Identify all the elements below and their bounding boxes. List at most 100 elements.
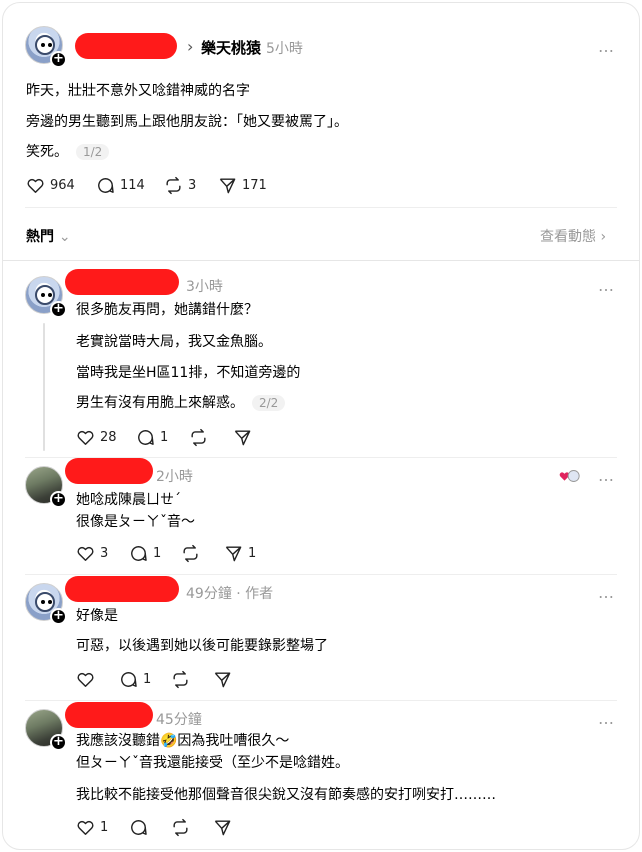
reply1-line-2: 老實說當時大局，我又金魚腦。 bbox=[76, 334, 272, 350]
view-activity-link[interactable]: 查看動態 › bbox=[540, 226, 606, 246]
follow-plus-icon[interactable]: + bbox=[50, 51, 67, 68]
reply2-line-2: 很像是ㄆㄧㄚˇ音～ bbox=[76, 514, 195, 530]
comment-button[interactable]: 114 bbox=[96, 176, 145, 195]
share-button[interactable] bbox=[233, 428, 252, 447]
like-count: 1 bbox=[100, 820, 109, 835]
repost-button[interactable] bbox=[189, 428, 208, 447]
chevron-down-icon: ⌄ bbox=[58, 229, 71, 245]
reply4-time[interactable]: 45分鐘 bbox=[156, 709, 202, 729]
repost-icon bbox=[173, 818, 188, 837]
repost-button[interactable] bbox=[171, 818, 190, 837]
share-button[interactable]: 171 bbox=[218, 176, 267, 195]
follow-plus-icon[interactable]: + bbox=[50, 608, 67, 625]
like-count: 964 bbox=[50, 178, 75, 193]
reply4-more-icon[interactable]: … bbox=[598, 709, 615, 728]
heart-icon bbox=[27, 178, 44, 193]
section-divider bbox=[3, 260, 639, 261]
page-indicator: 2/2 bbox=[252, 395, 286, 411]
heart-icon bbox=[77, 546, 94, 561]
like-count: 28 bbox=[100, 430, 117, 445]
send-icon bbox=[234, 430, 251, 446]
comment-icon bbox=[138, 430, 154, 445]
follow-plus-icon[interactable]: + bbox=[50, 301, 67, 318]
comment-button[interactable] bbox=[129, 818, 148, 837]
separator bbox=[25, 574, 617, 575]
post-time[interactable]: 5小時 bbox=[266, 38, 303, 58]
comment-icon bbox=[131, 820, 147, 835]
reply3-avatar[interactable]: + bbox=[25, 583, 67, 625]
breadcrumb-separator: › bbox=[187, 37, 194, 56]
share-button[interactable] bbox=[213, 818, 232, 837]
author-liked-icon bbox=[559, 468, 581, 482]
redacted-username bbox=[65, 576, 179, 602]
topic-tag[interactable]: 樂天桃猿 bbox=[201, 37, 261, 58]
reply1-time[interactable]: 3小時 bbox=[186, 276, 223, 296]
reply4-line-1: 我應該沒聽錯🤣因為我吐嘈很久～ bbox=[76, 733, 290, 749]
heart-icon bbox=[77, 820, 94, 835]
reply1-line-3: 當時我是坐H區11排，不知道旁邊的 bbox=[76, 365, 301, 381]
comment-button[interactable]: 1 bbox=[136, 428, 168, 447]
repost-icon bbox=[166, 176, 181, 195]
reply4-line-2: 但ㄆㄧㄚˇ音我還能接受（至少不是唸錯姓。 bbox=[76, 755, 349, 771]
sort-dropdown[interactable]: 熱門 ⌄ bbox=[26, 226, 71, 246]
heart-icon bbox=[77, 430, 94, 445]
like-button[interactable] bbox=[76, 670, 95, 689]
post-author-avatar[interactable]: + bbox=[25, 26, 67, 68]
like-count: 3 bbox=[100, 546, 109, 561]
reply4-avatar[interactable]: + bbox=[25, 709, 67, 751]
redacted-username bbox=[65, 269, 179, 295]
heart-icon bbox=[77, 672, 94, 687]
reply1-line-1: 很多脆友再問，她講錯什麼？ bbox=[76, 302, 258, 318]
reply1-more-icon[interactable]: … bbox=[598, 276, 615, 295]
like-button[interactable]: 3 bbox=[76, 544, 108, 563]
send-icon bbox=[214, 672, 231, 688]
share-button[interactable] bbox=[213, 670, 232, 689]
follow-plus-icon[interactable]: + bbox=[50, 491, 67, 508]
repost-button[interactable] bbox=[171, 670, 190, 689]
reply1-line-4-text: 男生有沒有用脆上來解惑。 bbox=[76, 395, 244, 411]
share-button[interactable]: 1 bbox=[224, 544, 256, 563]
reply2-time[interactable]: 2小時 bbox=[156, 466, 193, 486]
post-line-2: 旁邊的男生聽到馬上跟他朋友說：「她又要被罵了」。 bbox=[26, 114, 348, 130]
reply3-time[interactable]: 49分鐘 · 作者 bbox=[186, 583, 273, 603]
send-icon bbox=[214, 820, 231, 836]
comment-icon bbox=[121, 672, 137, 687]
page-indicator: 1/2 bbox=[76, 144, 110, 160]
post-more-icon[interactable]: … bbox=[598, 37, 615, 56]
sort-label: 熱門 bbox=[26, 229, 54, 245]
view-activity-label: 查看動態 bbox=[540, 229, 596, 245]
repost-button[interactable] bbox=[181, 544, 200, 563]
like-button[interactable]: 964 bbox=[26, 176, 75, 195]
follow-plus-icon[interactable]: + bbox=[50, 734, 67, 751]
share-count: 1 bbox=[248, 546, 257, 561]
separator bbox=[25, 700, 617, 701]
reply4-line-3: 我比較不能接受他那個聲音很尖銳又沒有節奏感的安打咧安打……… bbox=[76, 787, 496, 803]
redacted-username bbox=[75, 33, 177, 59]
comment-count: 1 bbox=[160, 430, 169, 445]
thread-line bbox=[43, 323, 45, 451]
send-icon bbox=[219, 178, 236, 194]
like-button[interactable]: 28 bbox=[76, 428, 117, 447]
reply2-avatar[interactable]: + bbox=[25, 466, 67, 508]
reply1-line-4: 男生有沒有用脆上來解惑。 2/2 bbox=[76, 392, 286, 412]
post-line-1: 昨天，壯壯不意外又唸錯神威的名字 bbox=[26, 83, 250, 99]
repost-button[interactable]: 3 bbox=[164, 176, 196, 195]
app-frame: + › 樂天桃猿 5小時 … 昨天，壯壯不意外又唸錯神威的名字 旁邊的男生聽到馬… bbox=[2, 2, 640, 850]
repost-icon bbox=[191, 428, 206, 447]
separator bbox=[25, 207, 617, 208]
like-button[interactable]: 1 bbox=[76, 818, 108, 837]
comment-button[interactable]: 1 bbox=[129, 544, 161, 563]
reply3-more-icon[interactable]: … bbox=[598, 583, 615, 602]
comment-icon bbox=[98, 178, 114, 193]
reply2-line-1: 她唸成陳晨ㄩㄝˊ bbox=[76, 492, 181, 508]
comment-icon bbox=[131, 546, 147, 561]
comment-count: 114 bbox=[120, 178, 145, 193]
reply1-avatar[interactable]: + bbox=[25, 276, 67, 318]
comment-count: 1 bbox=[143, 672, 152, 687]
comment-button[interactable]: 1 bbox=[119, 670, 151, 689]
reply2-more-icon[interactable]: … bbox=[598, 466, 615, 485]
reply3-line-1: 好像是 bbox=[76, 608, 118, 624]
repost-icon bbox=[183, 544, 198, 563]
post-line-3: 笑死。 1/2 bbox=[26, 141, 110, 161]
share-count: 171 bbox=[242, 178, 267, 193]
